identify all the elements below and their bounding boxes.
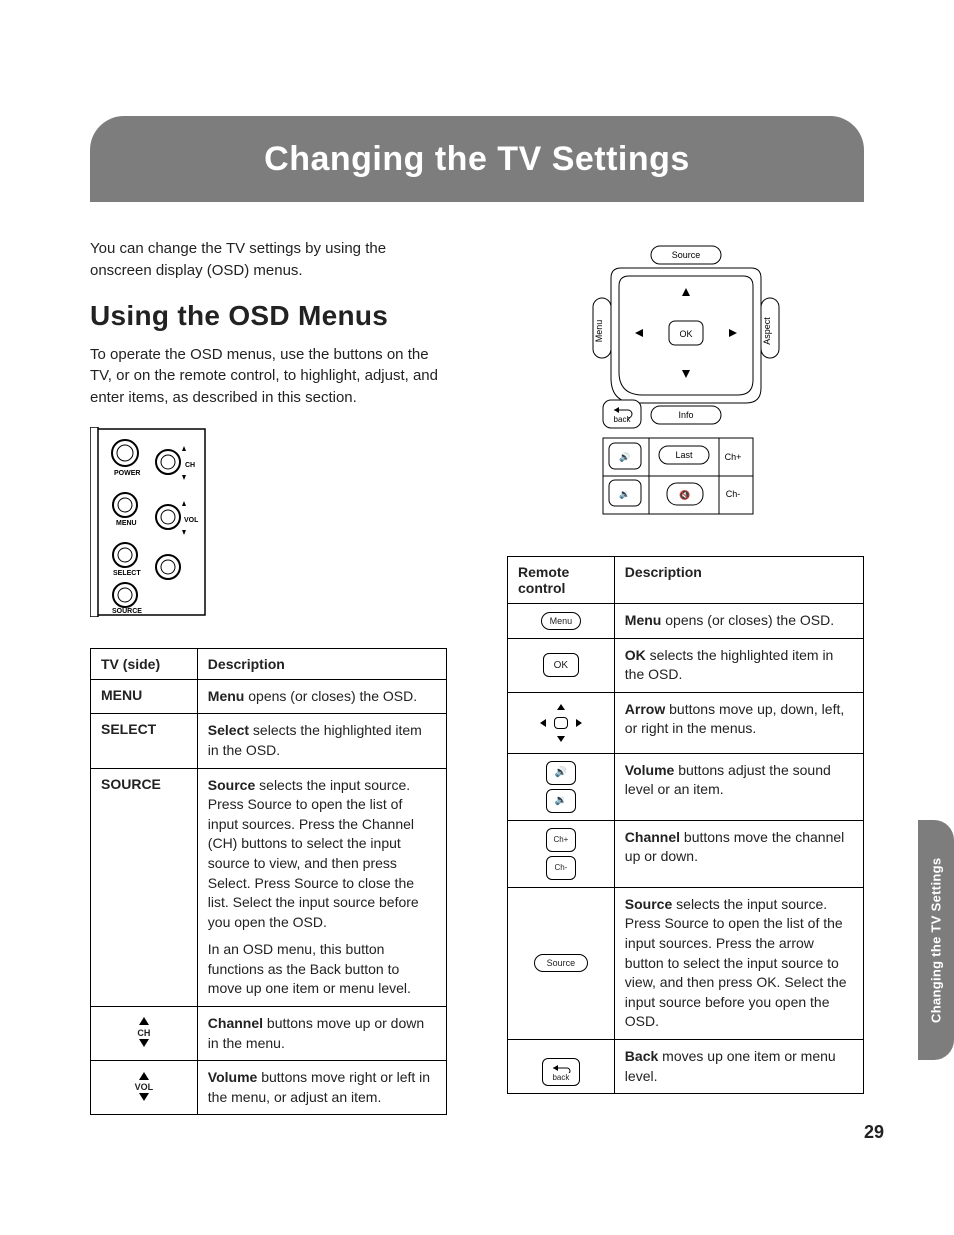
svg-text:MENU: MENU — [116, 520, 137, 527]
svg-text:POWER: POWER — [114, 470, 140, 477]
remote-control-diagram: Source Menu Aspect OK — [507, 238, 864, 528]
svg-text:Source: Source — [671, 250, 700, 260]
right-column: Source Menu Aspect OK — [507, 238, 864, 1155]
remote-table-header-left: Remote control — [508, 557, 615, 604]
svg-text:🔉: 🔉 — [619, 489, 630, 500]
section-heading: Using the OSD Menus — [90, 300, 447, 332]
section-paragraph: To operate the OSD menus, use the button… — [90, 344, 447, 409]
table-row: Source Source selects the input source. … — [508, 887, 864, 1039]
table-row: SELECT Select selects the highlighted it… — [91, 714, 447, 768]
side-tab-label: Changing the TV Settings — [929, 857, 944, 1022]
table-row: CH Channel buttons move up or down in th… — [91, 1007, 447, 1061]
table-row: OK OK selects the highlighted item in th… — [508, 638, 864, 692]
svg-text:OK: OK — [679, 329, 692, 339]
svg-text:VOL: VOL — [184, 517, 199, 524]
svg-text:CH: CH — [185, 462, 195, 469]
svg-text:Ch-: Ch- — [725, 489, 740, 499]
intro-text: You can change the TV settings by using … — [90, 238, 447, 282]
tv-side-table: TV (side) Description MENU Menu opens (o… — [90, 648, 447, 1116]
table-row: MENU Menu opens (or closes) the OSD. — [91, 679, 447, 714]
svg-text:Ch+: Ch+ — [724, 452, 741, 462]
table-row: Ch+ Ch- Channel buttons move the channel… — [508, 820, 864, 887]
menu-button-icon: Menu — [541, 612, 582, 630]
channel-buttons-icon: Ch+ Ch- — [518, 828, 604, 880]
page-number: 29 — [864, 1122, 884, 1143]
svg-text:back: back — [613, 415, 631, 424]
table-row: SOURCE Source selects the input source. … — [91, 768, 447, 1007]
left-column: You can change the TV settings by using … — [90, 238, 447, 1155]
svg-text:Info: Info — [678, 410, 693, 420]
svg-text:SELECT: SELECT — [113, 570, 141, 577]
table-row: Arrow buttons move up, down, left, or ri… — [508, 692, 864, 753]
remote-table-header-right: Description — [614, 557, 863, 604]
tv-table-header-right: Description — [197, 648, 446, 679]
table-row: VOL Volume buttons move right or left in… — [91, 1061, 447, 1115]
svg-text:🔇: 🔇 — [679, 489, 690, 500]
ok-button-icon: OK — [543, 653, 579, 677]
table-row: Menu Menu opens (or closes) the OSD. — [508, 604, 864, 639]
svg-text:Menu: Menu — [594, 320, 604, 343]
back-button-icon: back — [542, 1058, 580, 1086]
svg-text:🔊: 🔊 — [619, 451, 630, 463]
svg-text:Aspect: Aspect — [762, 317, 772, 345]
source-button-icon: Source — [534, 954, 588, 972]
content-area: You can change the TV settings by using … — [90, 238, 864, 1155]
arrow-buttons-icon — [518, 700, 604, 746]
svg-text:SOURCE: SOURCE — [112, 608, 142, 615]
table-row: back Back moves up one item or menu leve… — [508, 1039, 864, 1093]
svg-text:Last: Last — [675, 450, 693, 460]
table-row: 🔊 🔉 Volume buttons adjust the sound leve… — [508, 753, 864, 820]
volume-buttons-icon: 🔊 🔉 — [518, 761, 604, 813]
remote-control-table: Remote control Description Menu Menu ope… — [507, 556, 864, 1094]
tv-side-panel-diagram: POWER CH MENU VOL SELECT — [90, 427, 447, 622]
page-title: Changing the TV Settings — [264, 140, 690, 179]
side-tab: Changing the TV Settings — [918, 820, 954, 1060]
volume-updown-icon: VOL — [101, 1072, 187, 1104]
channel-updown-icon: CH — [101, 1017, 187, 1049]
tv-table-header-left: TV (side) — [91, 648, 198, 679]
page-title-banner: Changing the TV Settings — [90, 116, 864, 202]
